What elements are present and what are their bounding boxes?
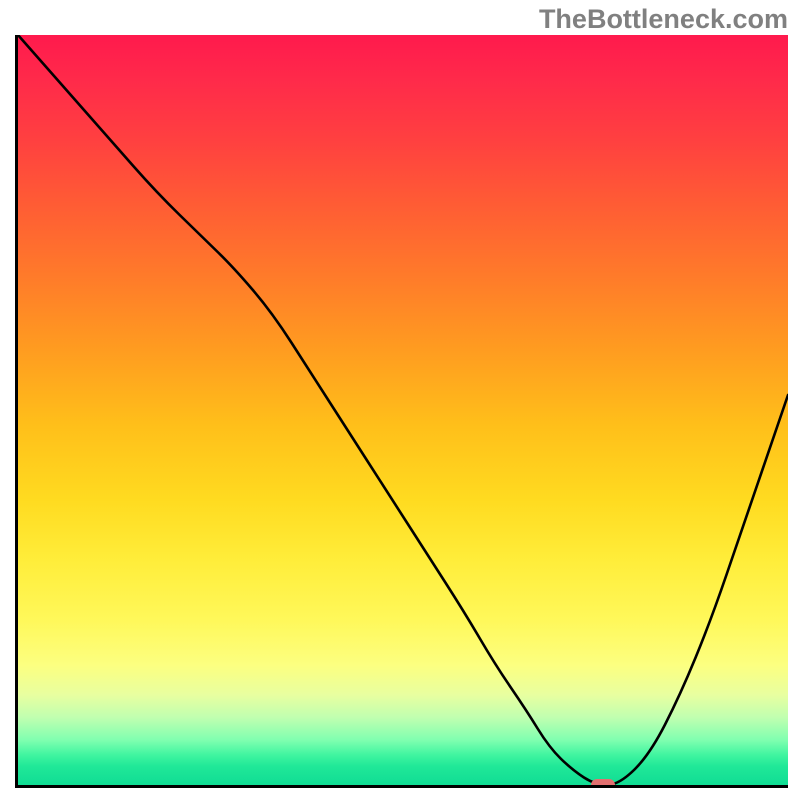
chart-container: TheBottleneck.com xyxy=(0,0,800,800)
plot-area xyxy=(15,35,788,788)
curve-svg xyxy=(18,35,788,785)
bottleneck-curve xyxy=(18,35,788,785)
watermark-text: TheBottleneck.com xyxy=(539,4,788,35)
optimal-marker xyxy=(591,779,615,788)
